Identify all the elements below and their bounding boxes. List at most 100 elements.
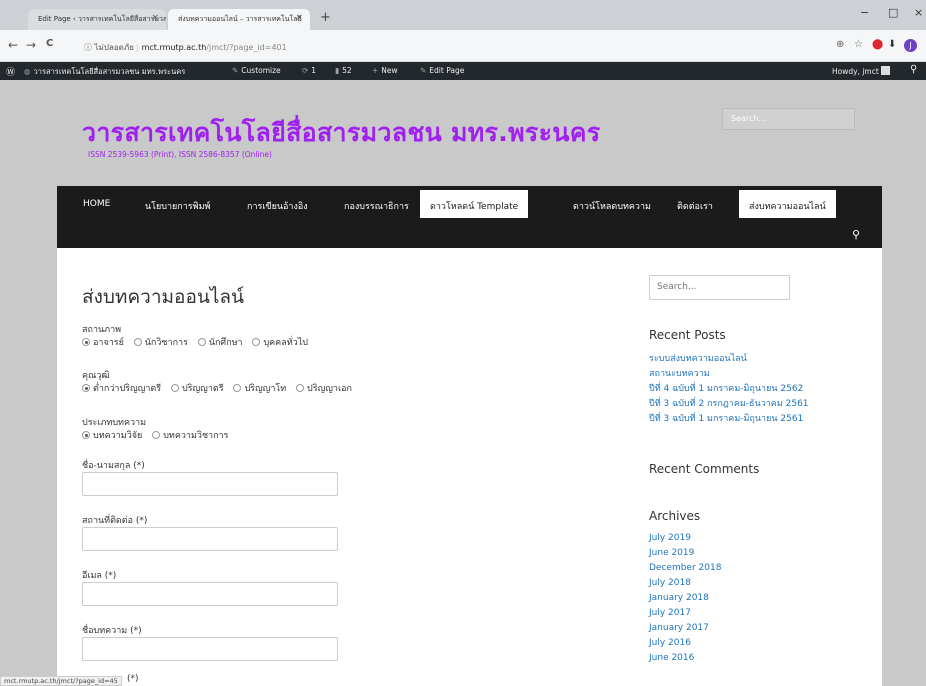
menu-item-template[interactable]: ดาวโหลดน์ Template [420,190,529,218]
article-title-field[interactable] [82,637,338,661]
archive-link[interactable]: December 2018 [649,563,721,573]
zoom-icon[interactable]: ⊕ [836,39,844,50]
wordpress-logo-icon[interactable]: Ⓦ [6,65,15,78]
degree-radio-bachelor[interactable]: ปริญญาตรี [170,381,224,395]
recent-posts-heading: Recent Posts [649,328,726,342]
recent-post-link[interactable]: ปีที่ 3 ฉบับที่ 1 มกราคม-มิถุนายน 2561 [649,411,803,425]
archive-link[interactable]: July 2019 [649,533,691,543]
updates-icon: ⟳ [302,66,309,75]
wp-admin-bar: Ⓦ ◍ วารสารเทคโนโลยีสื่อสารมวลชน มทร.พระนค… [0,62,926,80]
sidebar-search-input[interactable]: Search... [649,275,790,300]
radio-dot [152,431,161,439]
type-radio-academic[interactable]: บทความวิชาการ [152,428,228,442]
status-radio-group: อาจารย์ นักวิชาการ นักศึกษา บุคคลทั่วไป [82,335,315,349]
new-tab-icon[interactable]: + [320,10,331,25]
archive-link[interactable]: July 2018 [649,578,691,588]
status-radio-teacher[interactable]: อาจารย์ [82,335,124,349]
radio-dot [197,338,206,346]
tab-close-icon[interactable]: × [295,13,303,23]
menu-item-editorial[interactable]: กองบรรณาธิการ [344,194,409,218]
adminbar-updates[interactable]: ⟳ 1 [302,66,316,75]
name-label: ชื่อ-นามสกุล (*) [82,461,145,471]
url-path: /jmct/?page_id=401 [206,43,287,52]
recent-comments-heading: Recent Comments [649,462,760,476]
email-field[interactable] [82,582,338,606]
archive-link[interactable]: January 2018 [649,593,709,603]
archive-link[interactable]: June 2016 [649,653,694,663]
email-label: อีเมล (*) [82,571,117,581]
adminbar-comments[interactable]: ▮ 52 [335,66,352,75]
radio-dot [133,338,142,346]
article-type-radio-group: บทความวิจัย บทความวิชาการ [82,428,235,442]
radio-dot [82,384,90,392]
tab-close-icon[interactable]: × [151,13,159,23]
menu-item-home[interactable]: HOME [83,194,110,218]
security-indicator[interactable]: ⓘ ไม่ปลอดภัย [84,43,134,52]
article-title-label: ชื่อบทความ (*) [82,626,142,636]
menu-item-contact[interactable]: ติดต่อเรา [677,194,713,218]
menu-item-submit-online[interactable]: ส่งบทความออนไลน์ [739,190,836,218]
menu-search-icon[interactable]: ⚲ [852,228,860,241]
plus-icon: + [372,66,379,75]
maximize-icon[interactable]: □ [888,6,898,19]
type-radio-research[interactable]: บทความวิจัย [82,428,142,442]
degree-radio-group: ต่ำกว่าปริญญาตรี ปริญญาตรี ปริญญาโท ปริญ… [82,381,359,395]
browser-tab-edit-page[interactable]: Edit Page ‹ วารสารเทคโนโลยีสื่อสารมวลชน … [28,9,166,30]
address-label: สถานที่ติดต่อ (*) [82,516,148,526]
adminbar-new[interactable]: + New [372,66,398,75]
page-title: ส่งบทความออนไลน์ [82,286,245,308]
degree-radio-master[interactable]: ปริญญาโท [233,381,286,395]
menu-item-citation[interactable]: การเขียนอ้างอิง [247,194,308,218]
degree-radio-doctorate[interactable]: ปริญญาเอก [296,381,352,395]
archive-link[interactable]: July 2017 [649,608,691,618]
recent-post-link[interactable]: ปีที่ 4 ฉบับที่ 1 มกราคม-มิถุนายน 2562 [649,381,803,395]
url-host: mct.rmutp.ac.th [141,43,207,52]
radio-dot [252,338,261,346]
recent-post-link[interactable]: ระบบส่งบทความออนไลน์ [649,351,747,365]
archives-heading: Archives [649,509,701,523]
address-field[interactable] [82,527,338,551]
tab-label: Edit Page ‹ วารสารเทคโนโลยีสื่อสารมวลชน [38,15,166,23]
url-input[interactable]: ⓘ ไม่ปลอดภัย | mct.rmutp.ac.th/jmct/?pag… [78,35,598,57]
menu-item-policy[interactable]: นโยบายการพิมพ์ [145,194,210,218]
status-radio-academic[interactable]: นักวิชาการ [133,335,188,349]
status-label: สถานภาพ [82,325,122,335]
adminbar-edit-page[interactable]: ✎ Edit Page [420,66,464,75]
adminbar-search-icon[interactable]: ⚲ [910,64,917,75]
close-window-icon[interactable]: × [914,6,923,19]
adminbar-howdy[interactable]: Howdy, jmct [832,66,891,76]
minimize-icon[interactable]: − [860,6,869,19]
radio-dot [82,431,90,439]
content-area: ส่งบทความออนไลน์ สถานภาพ อาจารย์ นักวิชา… [57,248,882,686]
primary-menu: HOME นโยบายการพิมพ์ การเขียนอ้างอิง กองบ… [57,186,882,248]
tab-label: ส่งบทความออนไลน์ – วารสารเทคโนโลยี [178,15,302,23]
avatar [881,66,891,75]
menu-item-download[interactable]: ดาวน์โหลดบทความ [573,194,651,218]
header-search-input[interactable]: Search... [722,108,855,130]
download-icon[interactable]: ⬇ [888,39,896,50]
name-field[interactable] [82,472,338,496]
pencil-icon: ✎ [420,66,427,75]
adminbar-site-name[interactable]: ◍ วารสารเทคโนโลยีสื่อสารมวลชน มทร.พระนคร [24,66,185,78]
recent-post-link[interactable]: ปีที่ 3 ฉบับที่ 2 กรกฎาคม-ธันวาคม 2561 [649,396,809,410]
browser-tab-active[interactable]: ส่งบทความออนไลน์ – วารสารเทคโนโลยี × [168,9,310,30]
radio-dot [170,384,179,392]
status-radio-student[interactable]: นักศึกษา [197,335,243,349]
bookmark-star-icon[interactable]: ☆ [854,39,863,50]
archive-link[interactable]: January 2017 [649,623,709,633]
brush-icon: ✎ [232,66,239,75]
archive-link[interactable]: July 2016 [649,638,691,648]
site-title[interactable]: วารสารเทคโนโลยีสื่อสารมวลชน มทร.พระนคร [82,113,600,153]
recent-post-link[interactable]: สถานะบทความ [649,366,710,380]
archive-link[interactable]: June 2019 [649,548,694,558]
back-icon[interactable]: ← [8,38,18,52]
degree-radio-below-bachelor[interactable]: ต่ำกว่าปริญญาตรี [82,381,161,395]
reload-icon[interactable]: C [46,38,53,49]
profile-icon[interactable]: J [904,39,917,52]
browser-status-bar: mct.rmutp.ac.th/jmct/?page_id=45 [0,676,122,686]
adminbar-customize[interactable]: ✎ Customize [232,66,281,75]
status-radio-public[interactable]: บุคคลทั่วไป [252,335,308,349]
forward-icon[interactable]: → [26,38,36,52]
extension-icon[interactable]: ⬤ [872,39,883,50]
site-description: ISSN 2539-5963 (Print), ISSN 2586-8357 (… [88,150,272,159]
